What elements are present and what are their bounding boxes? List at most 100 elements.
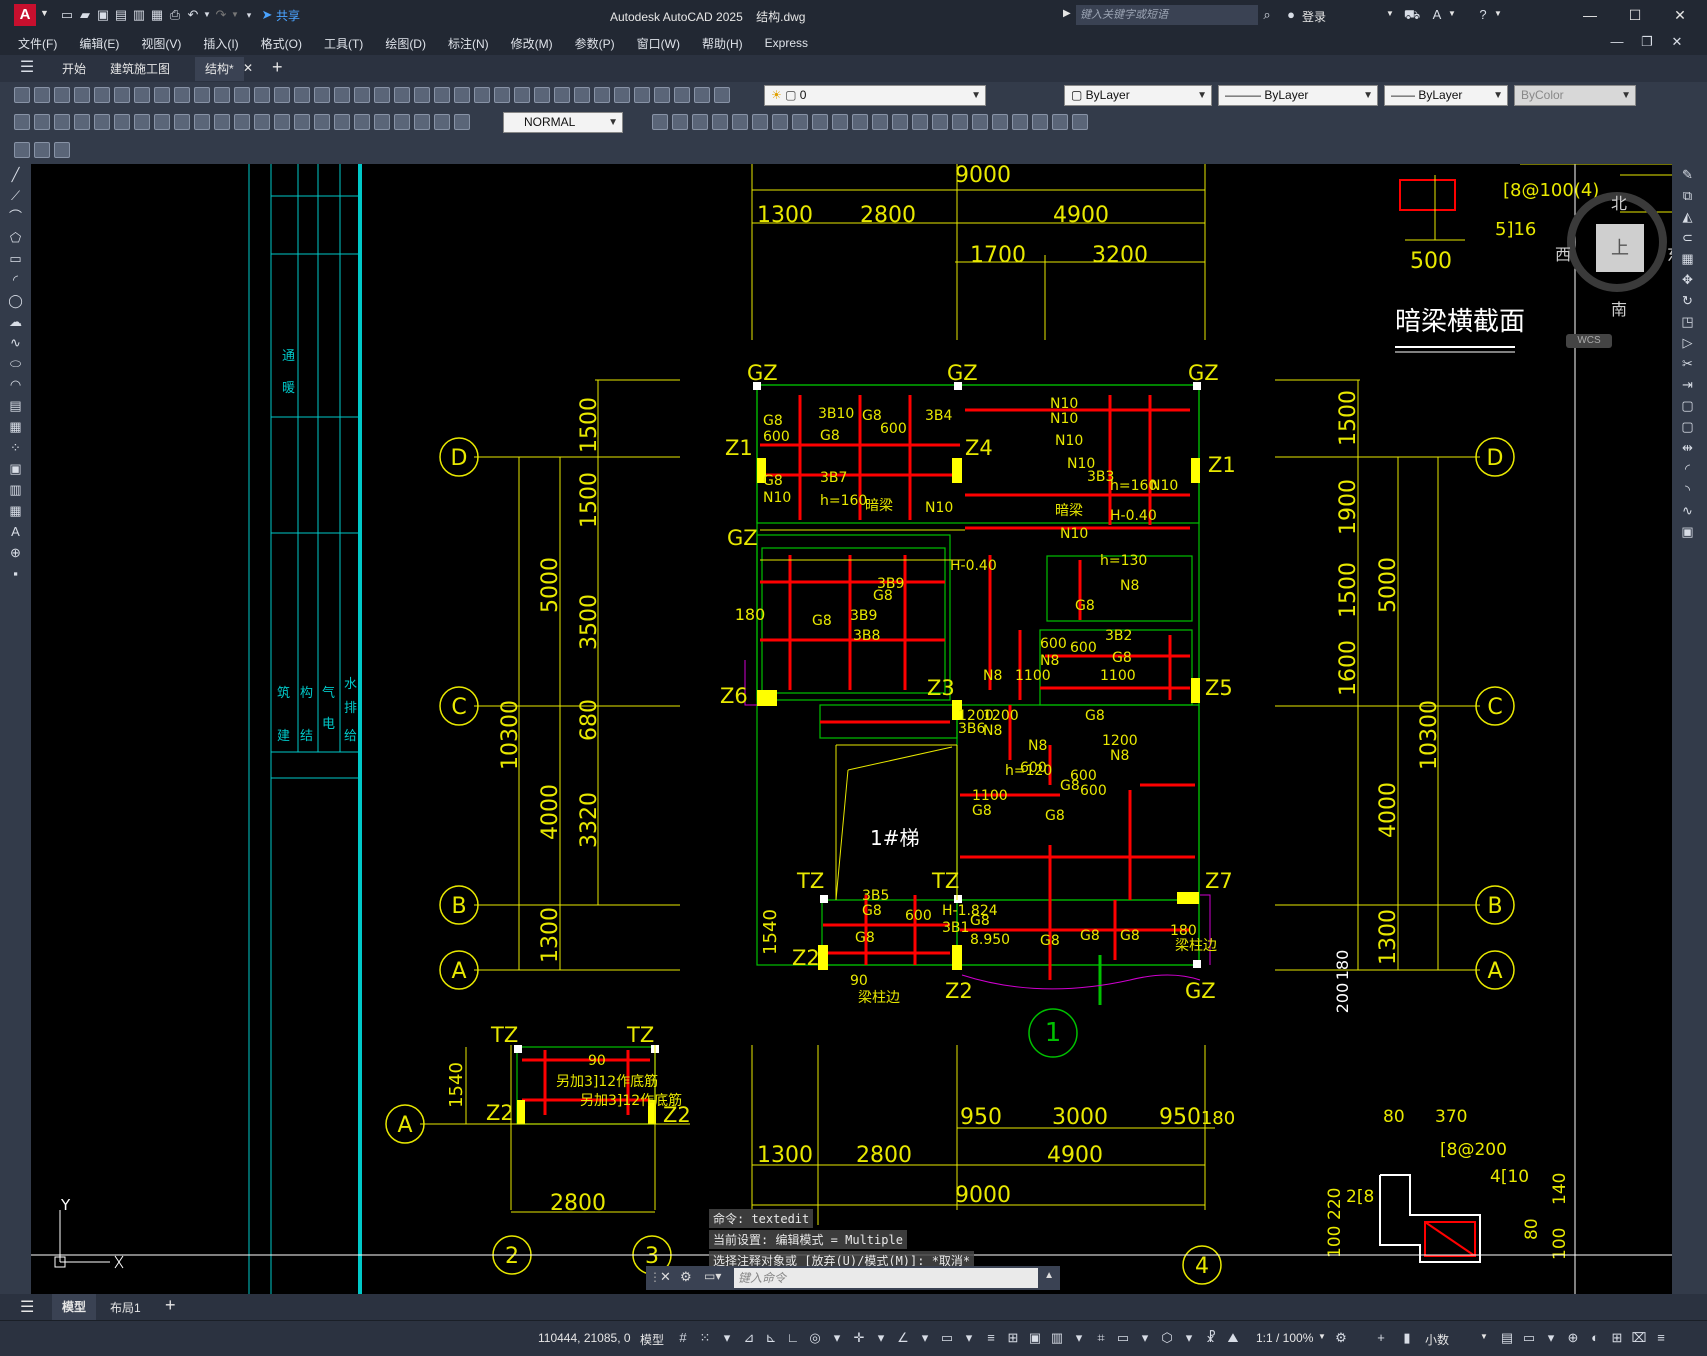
dimension-tool-icon[interactable] [294, 114, 310, 130]
close-tab-icon[interactable]: ✕ [243, 61, 253, 75]
menu-item[interactable]: 格式(O) [261, 35, 302, 52]
status-toggle-icon[interactable]: ◎ [804, 1329, 826, 1347]
color-combo[interactable]: ▢ ByLayer ▼ [1064, 85, 1212, 106]
menu-item[interactable]: 修改(M) [511, 35, 553, 52]
app-dropdown-icon[interactable]: ▼ [1448, 9, 1456, 18]
standard-tool-icon[interactable] [474, 87, 490, 103]
dimstyle-combo[interactable]: NORMAL ▼ [503, 112, 623, 133]
minimize-button[interactable]: — [1570, 0, 1610, 31]
menu-item[interactable]: 标注(N) [448, 35, 489, 52]
modify-tool-icon[interactable]: ▦ [1672, 248, 1703, 269]
dimension-tool-icon[interactable] [234, 114, 250, 130]
standard-tool-icon[interactable] [274, 87, 290, 103]
new-file-icon[interactable]: ▭ [58, 6, 76, 24]
standard-tool-icon[interactable] [254, 87, 270, 103]
draw-tool-icon[interactable]: ∿ [0, 332, 31, 353]
hamburger-menu-icon[interactable]: ☰ [18, 59, 36, 77]
draw-tool-icon[interactable]: ◠ [0, 374, 31, 395]
status-toggle-icon[interactable]: ≡ [1650, 1329, 1672, 1347]
standard-tool-icon[interactable] [534, 87, 550, 103]
status-toggle-icon[interactable]: ⌧ [1628, 1329, 1650, 1347]
status-toggle-icon[interactable]: ⊿ [738, 1329, 760, 1347]
status-toggle-icon[interactable]: ◐ [1584, 1329, 1606, 1347]
standard-tool-icon[interactable] [694, 87, 710, 103]
standard-tool-icon[interactable] [654, 87, 670, 103]
attribute-icon[interactable] [54, 142, 70, 158]
draw-tool-icon[interactable]: ⬠ [0, 227, 31, 248]
share-label[interactable]: 共享 [276, 7, 300, 24]
standard-tool-icon[interactable] [574, 87, 590, 103]
modify-tool-icon[interactable]: ⧉ [1672, 185, 1703, 206]
dimension-tool-icon[interactable] [334, 114, 350, 130]
status-toggle-icon[interactable]: ⊾ [760, 1329, 782, 1347]
status-toggle-icon[interactable]: ▭ [1518, 1329, 1540, 1347]
modify-tool-icon[interactable]: ▢ [1672, 416, 1703, 437]
status-toggle-icon[interactable]: ▣ [1024, 1329, 1046, 1347]
autodesk-app-icon[interactable]: A [1428, 6, 1446, 24]
viewcube-north[interactable]: 北 [1611, 190, 1627, 214]
viewcube-west[interactable]: 西 [1555, 241, 1571, 265]
modify-tool-icon[interactable] [852, 114, 868, 130]
draw-tool-icon[interactable]: ▪ [0, 563, 31, 584]
modify-tool-icon[interactable] [812, 114, 828, 130]
menu-item[interactable]: 文件(F) [18, 35, 57, 52]
standard-tool-icon[interactable] [354, 87, 370, 103]
lineweight-combo[interactable]: —— ByLayer ▼ [1384, 85, 1508, 106]
standard-tool-icon[interactable] [314, 87, 330, 103]
customize-qat-icon[interactable]: ▾ [240, 6, 258, 24]
undo-icon[interactable]: ↶ [184, 6, 202, 24]
tab-start[interactable]: 开始 [52, 57, 96, 81]
text-edit-icon[interactable] [14, 142, 30, 158]
viewcube-top-face[interactable]: 上 [1596, 224, 1644, 272]
viewcube[interactable]: 上 北 南 东 西 [1555, 186, 1672, 319]
status-toggle-icon[interactable]: ▾ [958, 1329, 980, 1347]
standard-tool-icon[interactable] [454, 87, 470, 103]
save-icon[interactable]: ▣ [94, 6, 112, 24]
new-tab-icon[interactable]: + [272, 57, 283, 78]
status-toggle-icon[interactable]: ⛰ [1222, 1329, 1244, 1347]
modify-tool-icon[interactable] [692, 114, 708, 130]
modify-tool-icon[interactable] [832, 114, 848, 130]
block-edit-icon[interactable] [34, 142, 50, 158]
draw-tool-icon[interactable]: ⟋ [0, 185, 31, 206]
modify-tool-icon[interactable] [1052, 114, 1068, 130]
app-menu-chevron-icon[interactable]: ▼ [40, 8, 49, 18]
status-toggle-icon[interactable]: ▥ [1046, 1329, 1068, 1347]
menu-item[interactable]: 帮助(H) [702, 35, 743, 52]
dimension-tool-icon[interactable] [434, 114, 450, 130]
menu-item[interactable]: 编辑(E) [79, 35, 119, 52]
annotation-scale[interactable]: 1:1 / 100% [1256, 1331, 1313, 1345]
standard-tool-icon[interactable] [14, 87, 30, 103]
cmd-close-icon[interactable]: ✕ [660, 1269, 671, 1285]
plotstyle-combo[interactable]: ByColor ▼ [1514, 85, 1636, 106]
search-icon[interactable]: ⌕ [1258, 6, 1276, 24]
cmd-settings-icon[interactable]: ⚙ [680, 1269, 692, 1285]
status-toggle-icon[interactable]: ▾ [1068, 1329, 1090, 1347]
standard-tool-icon[interactable] [414, 87, 430, 103]
menu-item[interactable]: 工具(T) [324, 35, 363, 52]
menu-item[interactable]: 插入(I) [203, 35, 238, 52]
modify-tool-icon[interactable]: ▢ [1672, 395, 1703, 416]
standard-tool-icon[interactable] [194, 87, 210, 103]
standard-tool-icon[interactable] [614, 87, 630, 103]
standard-tool-icon[interactable] [494, 87, 510, 103]
dimension-tool-icon[interactable] [34, 114, 50, 130]
modify-tool-icon[interactable] [1072, 114, 1088, 130]
modify-tool-icon[interactable]: ⊂ [1672, 227, 1703, 248]
modify-tool-icon[interactable]: ⇹ [1672, 437, 1703, 458]
cmd-recent-icon[interactable]: ▲ [1044, 1270, 1054, 1281]
cmd-prompt-icon[interactable]: ▭▾ [704, 1269, 721, 1283]
menu-item[interactable]: 参数(P) [575, 35, 615, 52]
status-toggle-icon[interactable]: ⊞ [1606, 1329, 1628, 1347]
dimension-tool-icon[interactable] [74, 114, 90, 130]
open-web-icon[interactable]: ▥ [130, 6, 148, 24]
command-input[interactable]: 键入命令 [734, 1268, 1038, 1288]
standard-tool-icon[interactable] [94, 87, 110, 103]
draw-tool-icon[interactable]: ⌒ [0, 206, 31, 227]
modify-tool-icon[interactable] [712, 114, 728, 130]
dimension-tool-icon[interactable] [134, 114, 150, 130]
modify-tool-icon[interactable]: ✥ [1672, 269, 1703, 290]
standard-tool-icon[interactable] [434, 87, 450, 103]
menu-item[interactable]: 绘图(D) [385, 35, 426, 52]
status-toggle-icon[interactable]: ▭ [1112, 1329, 1134, 1347]
